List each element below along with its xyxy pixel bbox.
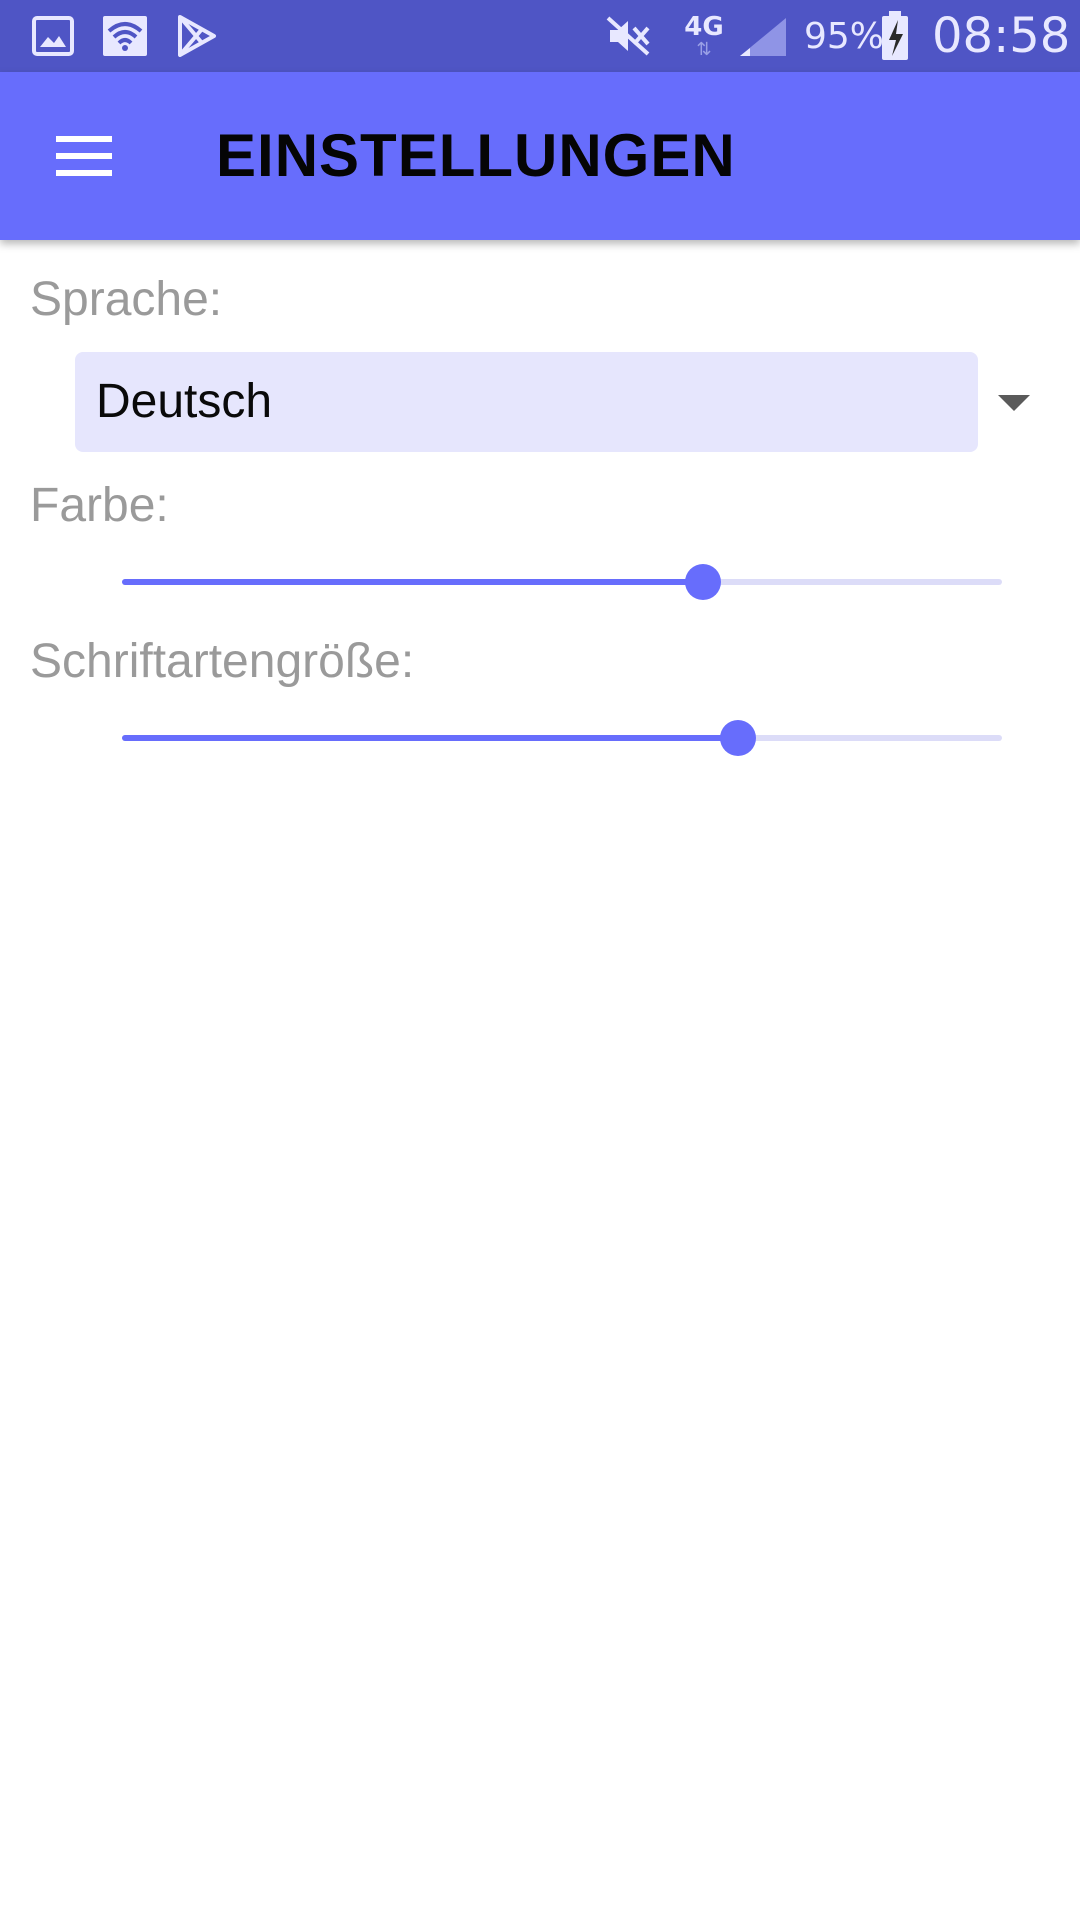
language-selected-value: Deutsch bbox=[96, 375, 273, 428]
language-dropdown[interactable]: Deutsch bbox=[75, 352, 978, 452]
play-store-icon bbox=[176, 12, 218, 60]
color-label: Farbe: bbox=[30, 479, 169, 532]
font-size-slider[interactable] bbox=[122, 713, 1002, 763]
network-type-label: 4G bbox=[684, 12, 724, 42]
network-4g-icon: 4G ⇅ bbox=[684, 12, 724, 59]
gallery-icon bbox=[32, 12, 74, 60]
slider-fill bbox=[122, 579, 703, 585]
wifi-icon bbox=[102, 12, 148, 60]
signal-icon bbox=[738, 12, 788, 60]
menu-button[interactable] bbox=[40, 116, 128, 196]
clock: 08:58 bbox=[932, 8, 1071, 64]
battery-percent: 95% bbox=[804, 15, 885, 57]
page-title: EINSTELLUNGEN bbox=[216, 122, 736, 189]
battery-charging-icon bbox=[878, 11, 912, 60]
app-bar: EINSTELLUNGEN bbox=[0, 72, 1080, 240]
slider-thumb[interactable] bbox=[685, 564, 721, 600]
mute-icon bbox=[604, 12, 652, 60]
color-slider[interactable] bbox=[122, 557, 1002, 607]
chevron-down-icon[interactable] bbox=[998, 395, 1030, 411]
slider-thumb[interactable] bbox=[720, 720, 756, 756]
slider-fill bbox=[122, 735, 738, 741]
status-bar: 4G ⇅ 95% 08:58 bbox=[0, 0, 1080, 72]
font-size-label: Schriftartengröße: bbox=[30, 635, 415, 688]
hamburger-icon bbox=[56, 136, 112, 176]
language-label: Sprache: bbox=[30, 273, 223, 326]
